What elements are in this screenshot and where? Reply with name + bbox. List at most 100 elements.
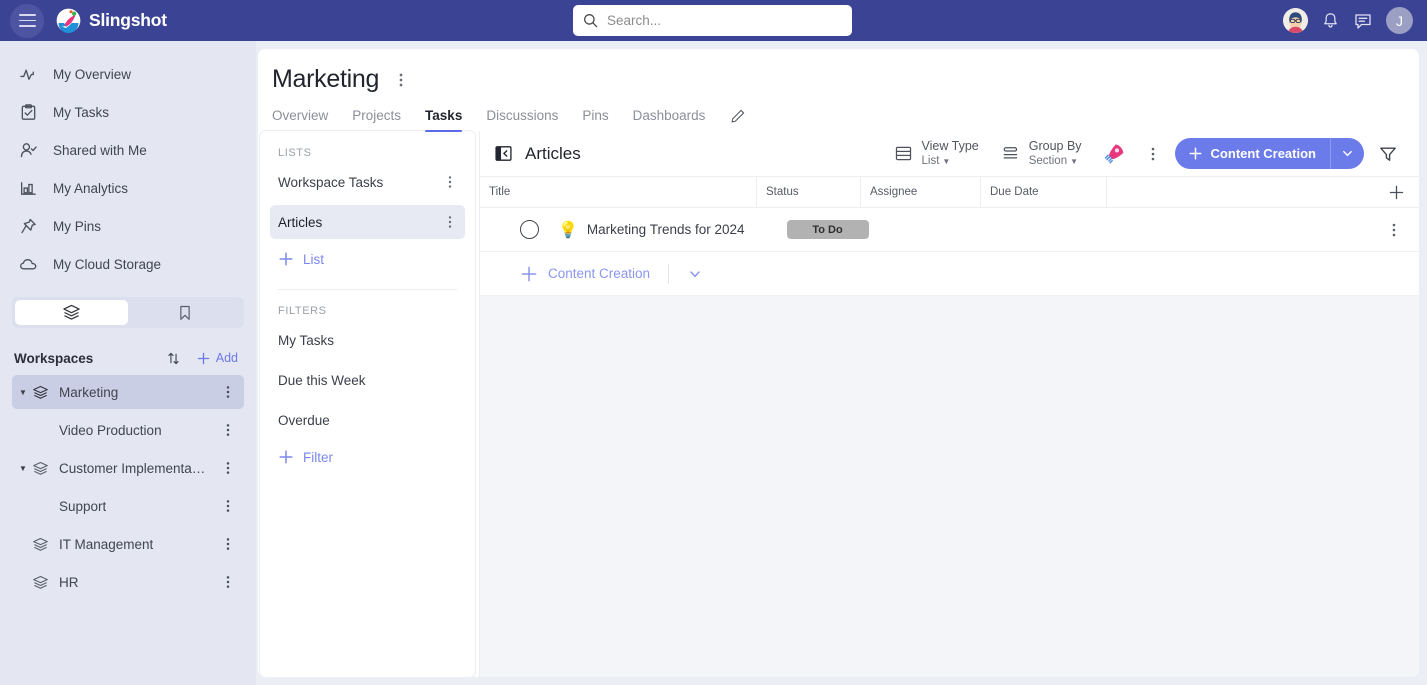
sidebar-item-my-analytics[interactable]: My Analytics — [0, 169, 256, 207]
column-header-status[interactable]: Status — [757, 176, 861, 208]
plus-icon — [1189, 147, 1202, 160]
workspace-item-video-production[interactable]: Video Production — [12, 413, 244, 447]
sort-arrows-icon[interactable] — [165, 350, 182, 367]
filter-item-due-this-week[interactable]: Due this Week — [270, 363, 465, 397]
task-table-area: Articles View Type List ▼ Group By Secti… — [479, 131, 1419, 677]
task-title[interactable]: Marketing Trends for 2024 — [587, 222, 745, 237]
sidebar-nav: My Overview My Tasks Shared with Me My A… — [0, 41, 256, 283]
top-bar: Slingshot Search... J — [0, 0, 1427, 41]
more-vertical-icon[interactable] — [221, 422, 235, 438]
plus-icon — [279, 450, 293, 464]
content-creation-dropdown[interactable] — [1330, 138, 1364, 169]
content-creation-button[interactable]: Content Creation — [1174, 138, 1364, 169]
hamburger-icon[interactable] — [10, 3, 44, 38]
filter-button[interactable] — [1364, 144, 1407, 164]
brand-name: Slingshot — [89, 10, 167, 30]
add-column-button[interactable] — [1388, 184, 1405, 201]
more-vertical-icon[interactable] — [221, 536, 235, 552]
list-item-articles[interactable]: Articles — [270, 205, 465, 239]
workspace-item-support[interactable]: Support — [12, 489, 244, 523]
search-bar[interactable] — [573, 5, 852, 36]
add-task-dropdown[interactable] — [687, 266, 703, 282]
chevron-down-icon: ▼ — [942, 157, 951, 167]
toggle-bookmarks[interactable] — [128, 300, 241, 325]
table-toolbar: Articles View Type List ▼ Group By Secti… — [480, 131, 1419, 176]
filter-item-overdue[interactable]: Overdue — [270, 403, 465, 437]
workspaces-title: Workspaces — [14, 350, 94, 366]
group-by-control[interactable]: Group By Section ▼ — [990, 139, 1093, 169]
workspace-label: Support — [59, 498, 107, 514]
bell-icon[interactable] — [1321, 11, 1340, 30]
toggle-workspaces[interactable] — [15, 300, 128, 325]
status-badge[interactable]: To Do — [786, 220, 869, 239]
list-item-workspace-tasks[interactable]: Workspace Tasks — [270, 165, 465, 199]
row-more-menu[interactable] — [1387, 221, 1401, 239]
view-type-label: View Type — [921, 138, 979, 153]
more-vertical-icon — [399, 73, 403, 86]
page-tabs: Overview Projects Tasks Discussions Pins… — [272, 108, 1419, 132]
list-item-label: Workspace Tasks — [278, 174, 384, 190]
filter-item-my-tasks[interactable]: My Tasks — [270, 323, 465, 357]
brand[interactable]: Slingshot — [56, 8, 167, 33]
sidebar-item-shared-with-me[interactable]: Shared with Me — [0, 131, 256, 169]
rocket-icon[interactable] — [1093, 142, 1136, 165]
bar-chart-icon — [19, 179, 40, 198]
lists-panel: LISTS Workspace Tasks Articles List FILT… — [260, 131, 475, 677]
more-vertical-icon[interactable] — [221, 460, 235, 476]
page-more-menu[interactable] — [394, 71, 408, 89]
layers-icon — [29, 384, 51, 401]
table-header-row: Title Status Assignee Due Date — [480, 176, 1419, 208]
workspace-item-it-management[interactable]: IT Management — [12, 527, 244, 561]
more-vertical-icon[interactable] — [443, 174, 457, 190]
workspace-item-customer-implementation[interactable]: ▼ Customer Implementa… — [12, 451, 244, 485]
chat-icon[interactable] — [1353, 11, 1373, 31]
chevron-down-icon: ▼ — [1070, 157, 1079, 167]
table-more-menu[interactable] — [1136, 145, 1170, 163]
collapse-panel-icon[interactable] — [494, 144, 513, 163]
filter-item-label: Due this Week — [278, 372, 366, 388]
slingshot-logo-icon — [56, 8, 81, 33]
divider — [668, 263, 670, 284]
more-vertical-icon — [1151, 147, 1154, 160]
user-avatar[interactable] — [1283, 8, 1308, 33]
layers-icon — [29, 536, 51, 553]
add-content-creation-task-button[interactable]: Content Creation — [520, 265, 650, 283]
column-header-due-date[interactable]: Due Date — [981, 176, 1107, 208]
pencil-icon — [731, 109, 745, 123]
sidebar-item-my-tasks[interactable]: My Tasks — [0, 93, 256, 131]
tab-overview[interactable]: Overview — [272, 108, 328, 132]
group-by-label: Group By — [1028, 138, 1082, 153]
edit-tabs-button[interactable] — [729, 108, 746, 132]
more-vertical-icon[interactable] — [221, 498, 235, 514]
tab-discussions[interactable]: Discussions — [486, 108, 558, 132]
filters-section-header: FILTERS — [278, 305, 327, 317]
search-input[interactable] — [607, 13, 827, 28]
workspace-item-marketing[interactable]: ▼ Marketing — [12, 375, 244, 409]
column-header-title[interactable]: Title — [480, 176, 757, 208]
workspace-item-hr[interactable]: HR — [12, 565, 244, 599]
person-check-icon — [19, 141, 40, 160]
caret-down-icon[interactable]: ▼ — [17, 464, 29, 473]
tab-dashboards[interactable]: Dashboards — [633, 108, 706, 132]
user-initial-badge[interactable]: J — [1386, 7, 1413, 34]
add-workspace-button[interactable]: Add — [196, 351, 238, 366]
caret-down-icon[interactable]: ▼ — [17, 388, 29, 397]
search-icon — [584, 14, 598, 28]
tab-projects[interactable]: Projects — [352, 108, 401, 132]
add-list-button[interactable]: List — [270, 243, 465, 275]
sidebar-item-my-overview[interactable]: My Overview — [0, 55, 256, 93]
group-by-icon — [1003, 147, 1017, 159]
more-vertical-icon[interactable] — [221, 574, 235, 590]
tab-tasks[interactable]: Tasks — [425, 108, 463, 132]
sidebar-item-my-cloud-storage[interactable]: My Cloud Storage — [0, 245, 256, 283]
add-filter-button[interactable]: Filter — [270, 441, 465, 473]
more-vertical-icon[interactable] — [443, 214, 457, 230]
column-header-assignee[interactable]: Assignee — [861, 176, 981, 208]
app-root: Slingshot Search... J My Overview My Tas… — [0, 0, 1427, 685]
more-vertical-icon[interactable] — [221, 384, 235, 400]
task-complete-checkbox[interactable] — [520, 220, 539, 239]
sidebar-item-my-pins[interactable]: My Pins — [0, 207, 256, 245]
view-type-control[interactable]: View Type List ▼ — [883, 139, 990, 169]
tab-pins[interactable]: Pins — [582, 108, 608, 132]
table-row[interactable]: 💡 Marketing Trends for 2024 To Do — [480, 208, 1419, 252]
